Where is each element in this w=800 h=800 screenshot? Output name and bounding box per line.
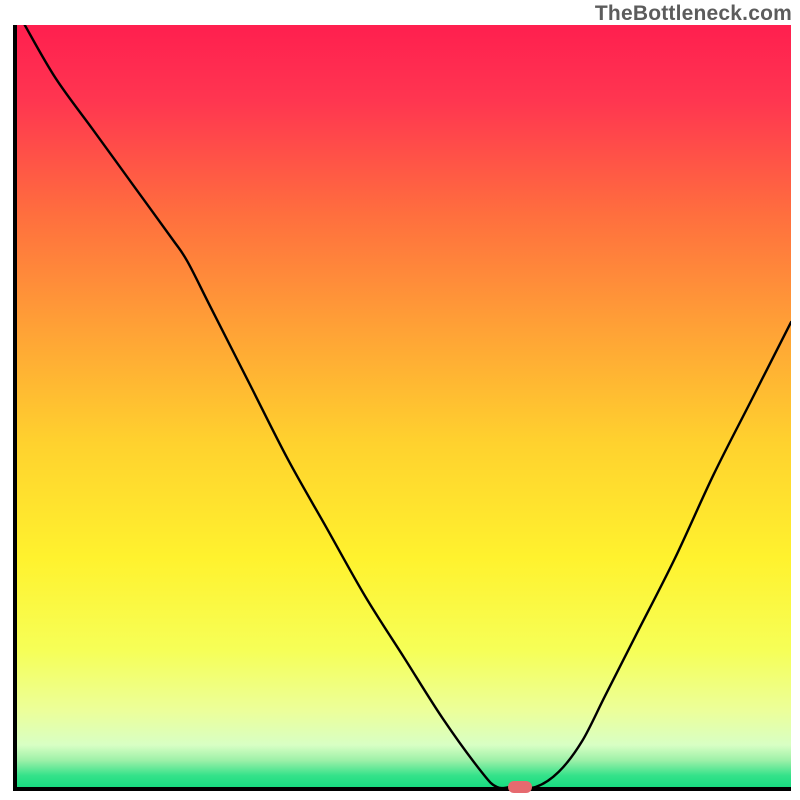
curve-layer: [17, 25, 791, 787]
optimal-marker: [508, 781, 533, 793]
bottleneck-chart: TheBottleneck.com: [0, 0, 800, 800]
plot-area: [13, 25, 791, 791]
bottleneck-curve-path: [25, 25, 791, 787]
watermark-text: TheBottleneck.com: [595, 2, 792, 26]
